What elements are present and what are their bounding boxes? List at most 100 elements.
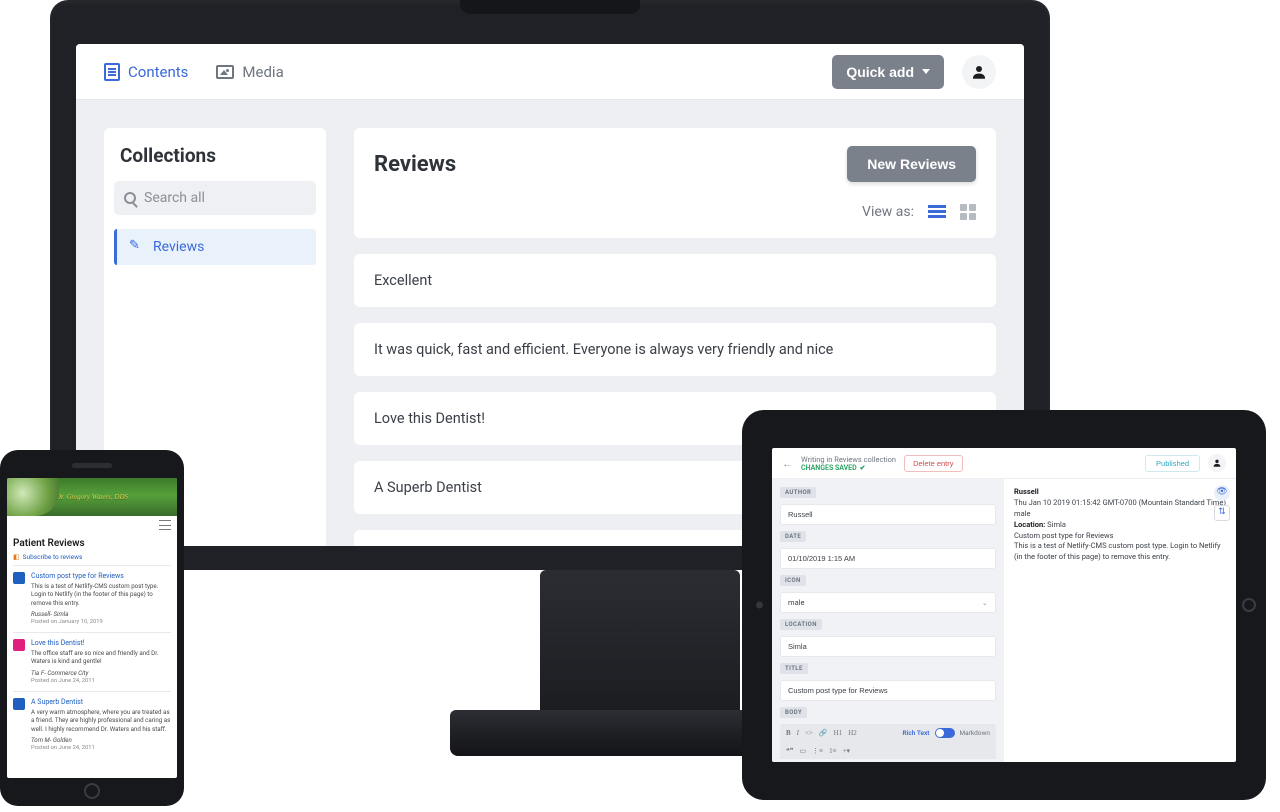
- view-as-label: View as:: [862, 204, 914, 220]
- review-title[interactable]: Love this Dentist!: [31, 639, 171, 647]
- app-header: Contents Media Quick add: [76, 44, 1024, 100]
- icon-select[interactable]: male ⌄: [780, 592, 996, 613]
- editor-mode-toggle: Rich Text Markdown: [903, 728, 990, 738]
- label-date: DATE: [780, 531, 806, 542]
- review-date: Posted on January 10, 2019: [31, 619, 171, 625]
- resize-handle-icon[interactable]: ⇅: [1214, 505, 1230, 521]
- phone-content: Patient Reviews ◧Subscribe to reviews Cu…: [7, 534, 177, 758]
- label-location: LOCATION: [780, 619, 822, 630]
- preview-location-value: Simla: [1047, 520, 1066, 529]
- phone-screen: Dr. Gregory Waters, DDS Patient Reviews …: [7, 478, 177, 778]
- icon-select-value: male: [788, 598, 804, 607]
- phone-frame: Dr. Gregory Waters, DDS Patient Reviews …: [0, 450, 184, 806]
- monitor-notch: [460, 0, 640, 14]
- h2-icon[interactable]: H2: [848, 729, 857, 737]
- rss-icon: ◧: [13, 553, 20, 561]
- search-icon: [124, 192, 136, 204]
- editor-form: AUTHOR DATE ICON male ⌄ LOCATION TITLE B…: [772, 479, 1004, 762]
- main-header-card: Reviews New Reviews View as:: [354, 128, 996, 238]
- page-title: Patient Reviews: [13, 538, 171, 549]
- review-author: Russell- Simla: [31, 610, 171, 618]
- label-title: TITLE: [780, 663, 808, 674]
- editor-split: AUTHOR DATE ICON male ⌄ LOCATION TITLE B…: [772, 479, 1236, 762]
- phone-speaker: [72, 463, 112, 468]
- chevron-down-icon: ⌄: [982, 598, 988, 607]
- view-list-icon[interactable]: [928, 205, 946, 220]
- user-avatar[interactable]: [1208, 454, 1226, 472]
- bullet-list-icon[interactable]: ⋮≡: [812, 747, 823, 755]
- review-date: Posted on June 24, 2011: [31, 745, 171, 751]
- bold-icon[interactable]: B: [786, 729, 791, 737]
- breadcrumb: Writing in Reviews collection: [801, 455, 896, 464]
- avatar-icon: [13, 572, 25, 584]
- preview-timestamp: Thu Jan 10 2019 01:15:42 GMT-0700 (Mount…: [1014, 498, 1226, 507]
- review-date: Posted on June 24, 2011: [31, 678, 171, 684]
- monitor-stand-neck: [540, 570, 740, 730]
- number-list-icon[interactable]: 1≡: [829, 747, 836, 755]
- user-avatar[interactable]: [962, 55, 996, 89]
- italic-icon[interactable]: I: [797, 729, 799, 737]
- h1-icon[interactable]: H1: [834, 729, 843, 737]
- link-icon[interactable]: 🔗: [819, 729, 828, 737]
- new-reviews-button[interactable]: New Reviews: [847, 146, 976, 182]
- review-author: Tom M- Golden: [31, 736, 171, 744]
- mobile-menu-row: [7, 516, 177, 534]
- label-author: AUTHOR: [780, 487, 816, 498]
- view-grid-icon[interactable]: [960, 204, 976, 220]
- hamburger-icon[interactable]: [159, 520, 171, 530]
- title-field[interactable]: [780, 680, 996, 701]
- review-item: Custom post type for Reviews This is a t…: [13, 565, 171, 628]
- delete-entry-button[interactable]: Delete entry: [904, 455, 962, 472]
- label-body: BODY: [780, 707, 807, 718]
- review-title[interactable]: Custom post type for Reviews: [31, 572, 171, 580]
- nav-media[interactable]: Media: [216, 63, 283, 81]
- location-field[interactable]: [780, 636, 996, 657]
- codeblock-icon[interactable]: ▭: [800, 747, 807, 755]
- subscribe-row[interactable]: ◧Subscribe to reviews: [13, 553, 171, 561]
- date-field[interactable]: [780, 548, 996, 569]
- editor-header: ← Writing in Reviews collection CHANGES …: [772, 448, 1236, 479]
- list-item[interactable]: It was quick, fast and efficient. Everyo…: [354, 323, 996, 376]
- label-icon: ICON: [780, 575, 806, 586]
- published-button[interactable]: Published: [1145, 455, 1200, 472]
- preview-body: This is a test of Netlify-CMS custom pos…: [1014, 541, 1221, 561]
- quick-add-label: Quick add: [846, 64, 914, 80]
- review-item: A Superb Dentist A very warm atmosphere,…: [13, 691, 171, 754]
- image-icon: [216, 65, 234, 79]
- sidebar-item-label: Reviews: [153, 239, 204, 255]
- person-icon: [1212, 458, 1222, 468]
- search-input[interactable]: Search all: [114, 181, 316, 215]
- sidebar-title: Collections: [114, 144, 316, 181]
- code-icon[interactable]: <>: [805, 729, 813, 737]
- subscribe-link: Subscribe to reviews: [23, 553, 83, 561]
- review-title[interactable]: A Superb Dentist: [31, 698, 171, 706]
- quote-icon[interactable]: ❝❞: [786, 747, 794, 755]
- review-item: Love this Dentist! The office staff are …: [13, 632, 171, 687]
- phone-home-button: [84, 783, 100, 799]
- search-placeholder: Search all: [144, 190, 205, 206]
- richtext-label: Rich Text: [903, 729, 930, 737]
- sidebar-item-reviews[interactable]: Reviews: [114, 229, 316, 265]
- review-body: A very warm atmosphere, where you are tr…: [31, 708, 171, 733]
- review-body: The office staff are so nice and friendl…: [31, 649, 171, 666]
- back-button[interactable]: ←: [782, 457, 793, 470]
- list-item[interactable]: Excellent: [354, 254, 996, 307]
- pen-icon: [129, 240, 143, 254]
- richtext-toolbar: B I <> 🔗 H1 H2 Rich Text Markdown ❝❞ ▭ ⋮…: [780, 724, 996, 759]
- add-component-icon[interactable]: +▾: [843, 747, 850, 755]
- preview-pane: 👁 ⇅ Russell Thu Jan 10 2019 01:15:42 GMT…: [1004, 479, 1236, 762]
- mode-switch[interactable]: [935, 728, 955, 738]
- preview-toggle-icon[interactable]: 👁: [1214, 485, 1230, 501]
- site-banner: Dr. Gregory Waters, DDS: [7, 478, 177, 516]
- author-field[interactable]: [780, 504, 996, 525]
- view-as-row: View as:: [374, 204, 976, 220]
- nav-contents[interactable]: Contents: [104, 63, 188, 81]
- quick-add-button[interactable]: Quick add: [832, 55, 944, 89]
- review-author: Tia F- Commerce City: [31, 669, 171, 677]
- avatar-icon: [13, 698, 25, 710]
- tablet-frame: ← Writing in Reviews collection CHANGES …: [742, 410, 1266, 800]
- document-icon: [104, 63, 120, 81]
- check-icon: ✔: [860, 464, 866, 472]
- review-body: This is a test of Netlify-CMS custom pos…: [31, 582, 171, 607]
- preview-location-label: Location:: [1014, 520, 1045, 529]
